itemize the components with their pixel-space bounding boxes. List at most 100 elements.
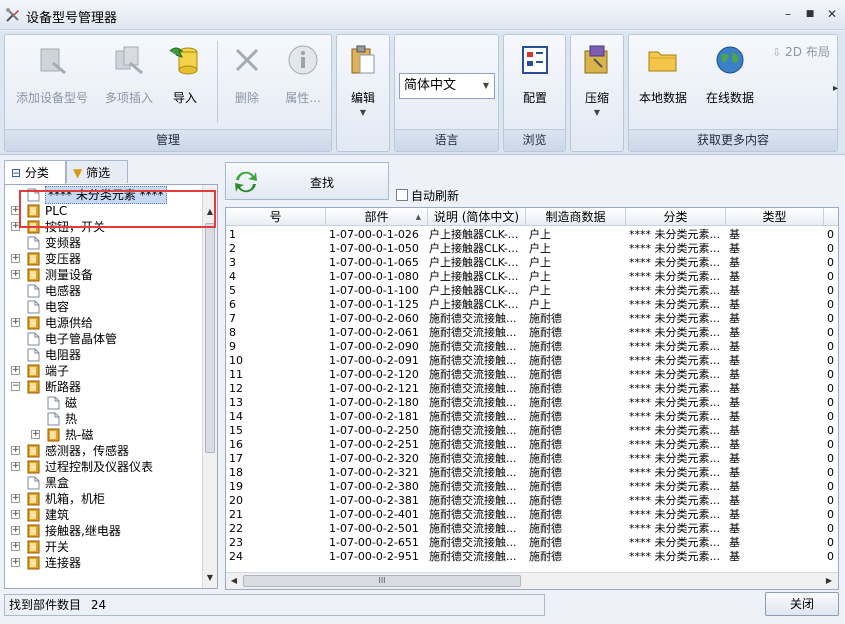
table-row[interactable]: 14 1-07-00-0-2-181 施耐德交流接触... 施耐德 **** 未分类元素… [226,410,834,424]
table-row[interactable]: 10 1-07-00-0-2-091 施耐德交流接触... 施耐德 **** 未分类元素… [226,354,834,368]
table-row[interactable]: 7 1-07-00-0-2-060 施耐德交流接触... 施耐德 **** 未分类元素.… [226,312,834,326]
scroll-thumb[interactable]: III [243,575,521,587]
delete-icon [235,48,259,72]
expand-icon[interactable]: + [11,318,20,327]
expand-icon[interactable]: + [11,510,20,519]
delete-button[interactable]: 删除 [225,39,269,106]
table-row[interactable]: 11 1-07-00-0-2-120 施耐德交流接触... 施耐德 **** 未分类元素… [226,368,834,382]
expand-icon[interactable]: + [31,430,40,439]
col-header-category[interactable]: 分类 [626,208,726,226]
col-header-description[interactable]: 说明 (简体中文) [428,208,526,226]
table-row[interactable]: 1 1-07-00-0-1-026 户上接触器CLK-... 户上 **** 未分类元素… [226,228,834,242]
close-window-button[interactable]: ✕ [824,6,840,22]
table-cell: 1-07-00-0-2-401 [329,508,419,521]
online-data-button[interactable]: 在线数据 [699,39,761,106]
col-header-type[interactable]: 类型 [726,208,824,226]
table-row[interactable]: 3 1-07-00-0-1-065 户上接触器CLK-... 户上 **** 未分类元素… [226,256,834,270]
table-row[interactable]: 17 1-07-00-0-2-320 施耐德交流接触... 施耐德 **** 未分类元素… [226,452,834,466]
table-row[interactable]: 4 1-07-00-0-1-080 户上接触器CLK-... 户上 **** 未分类元素… [226,270,834,284]
table-row[interactable]: 2 1-07-00-0-1-050 户上接触器CLK-... 户上 **** 未分类元素… [226,242,834,256]
table-row[interactable]: 18 1-07-00-0-2-321 施耐德交流接触... 施耐德 **** 未分类元素… [226,466,834,480]
table-cell: 施耐德 [529,466,562,479]
scroll-thumb[interactable] [205,223,215,453]
minimize-button[interactable]: – [780,6,796,22]
language-select[interactable]: 简体中文 ▼ [399,73,495,99]
multi-insert-icon [115,46,143,75]
col-header-manufacturer[interactable]: 制造商数据 [526,208,626,226]
tab-category[interactable]: ⊟ 分类 [4,160,66,184]
local-data-button[interactable]: 本地数据 [631,39,695,106]
expand-icon[interactable]: + [11,270,20,279]
table-row[interactable]: 21 1-07-00-0-2-401 施耐德交流接触... 施耐德 **** 未分类元素… [226,508,834,522]
col-header-part[interactable]: 部件 ▲ [326,208,428,226]
expand-icon[interactable]: + [11,542,20,551]
table-row[interactable]: 23 1-07-00-0-2-651 施耐德交流接触... 施耐德 **** 未分类元素… [226,536,834,550]
table-row[interactable]: 24 1-07-00-0-2-951 施耐德交流接触... 施耐德 **** 未分类元素… [226,550,834,564]
table-row[interactable]: 13 1-07-00-0-2-180 施耐德交流接触... 施耐德 **** 未分类元素… [226,396,834,410]
table-cell: 24 [229,550,243,563]
compress-button[interactable]: 压缩 ▼ [573,39,621,117]
status-label: 找到部件数目 [9,598,82,612]
tab-filter[interactable]: ▼ 筛选 [66,160,128,183]
tree-item-label: 变频器 [45,236,82,250]
table-cell: 户上接触器CLK-... [429,270,519,283]
table-row[interactable]: 6 1-07-00-0-1-125 户上接触器CLK-... 户上 **** 未分类元素… [226,298,834,312]
configure-button[interactable]: 配置 [508,39,562,106]
table-cell: 基 [729,326,740,339]
horizontal-scrollbar[interactable]: ◀ III ▶ [226,572,838,589]
expand-icon[interactable]: + [11,446,20,455]
add-device-icon [40,48,66,75]
table-cell: 户上接触器CLK-... [429,228,519,241]
edit-button[interactable]: 编辑 ▼ [339,39,387,117]
table-row[interactable]: 22 1-07-00-0-2-501 施耐德交流接触... 施耐德 **** 未分类元素… [226,522,834,536]
expand-icon[interactable]: + [11,462,20,471]
properties-button[interactable]: 属性... [277,39,329,106]
tree-item-label: 电感器 [45,284,82,298]
multi-insert-button[interactable]: 多项插入 [97,39,161,106]
expand-icon[interactable]: + [11,494,20,503]
table-row[interactable]: 12 1-07-00-0-2-121 施耐德交流接触... 施耐德 **** 未分类元素… [226,382,834,396]
category-tree[interactable]: **** 未分类元素 **** + PLC + 按钮，开关 变频器 + 变压器 + 测量设备 电感器… [4,184,218,589]
table-row[interactable]: 19 1-07-00-0-2-380 施耐德交流接触... 施耐德 **** 未分类元素… [226,480,834,494]
tree-item-label: 端子 [45,364,70,378]
col-header-extra [824,208,838,226]
ribbon-group-manage: 添加设备型号 多项插入 导入 删除 属性... 管理 [4,34,332,152]
import-button[interactable]: 导入 [165,39,205,106]
collapse-icon[interactable]: − [11,382,20,391]
close-button[interactable]: 关闭 [765,592,839,616]
table-row[interactable]: 8 1-07-00-0-2-061 施耐德交流接触... 施耐德 **** 未分类元素.… [226,326,834,340]
checkbox-box[interactable] [396,189,408,201]
scroll-right-icon[interactable]: ▶ [822,574,836,588]
group-label-manage: 管理 [5,129,331,151]
globe-icon [716,46,744,74]
search-button[interactable]: 查找 [225,162,389,200]
add-device-button[interactable]: 添加设备型号 [9,39,95,106]
table-cell: **** 未分类元素... [629,298,720,311]
parts-grid[interactable]: ◀ III ▶ 号部件 ▲ 说明 (简体中文) 制造商数据 分类 类型 1 1-07-00-0… [225,207,839,590]
expand-icon[interactable]: + [11,366,20,375]
table-cell: 1-07-00-0-2-060 [329,312,419,325]
expand-icon[interactable]: + [11,254,20,263]
table-row[interactable]: 15 1-07-00-0-2-250 施耐德交流接触... 施耐德 **** 未分类元素… [226,424,834,438]
tree-item-label: 断路器 [45,380,82,394]
table-row[interactable]: 20 1-07-00-0-2-381 施耐德交流接触... 施耐德 **** 未分类元素… [226,494,834,508]
table-row[interactable]: 5 1-07-00-0-1-100 户上接触器CLK-... 户上 **** 未分类元素… [226,284,834,298]
table-cell: 1-07-00-0-1-050 [329,242,419,255]
book-icon [27,268,40,282]
table-row[interactable]: 16 1-07-00-0-2-251 施耐德交流接触... 施耐德 **** 未分类元素… [226,438,834,452]
tree-vertical-scrollbar[interactable]: ▲ ▼ [202,185,217,588]
col-header-number[interactable]: 号 [226,208,326,226]
ribbon-scroll-right-icon[interactable]: ▸ [833,83,843,103]
table-cell: 1-07-00-0-2-501 [329,522,419,535]
tree-item-label: 机箱，机柜 [45,492,106,506]
table-cell: 施耐德 [529,550,562,563]
expand-icon[interactable]: + [11,526,20,535]
maximize-button[interactable]: ■ [802,6,818,22]
scroll-down-icon[interactable]: ▼ [203,571,217,585]
book-icon [27,460,40,474]
table-row[interactable]: 9 1-07-00-0-2-090 施耐德交流接触... 施耐德 **** 未分类元素.… [226,340,834,354]
scroll-left-icon[interactable]: ◀ [227,574,241,588]
expand-icon[interactable]: + [11,558,20,567]
table-cell: 基 [729,270,740,283]
2d-layout-button[interactable]: ⇩ 2D 布局 [763,43,839,60]
